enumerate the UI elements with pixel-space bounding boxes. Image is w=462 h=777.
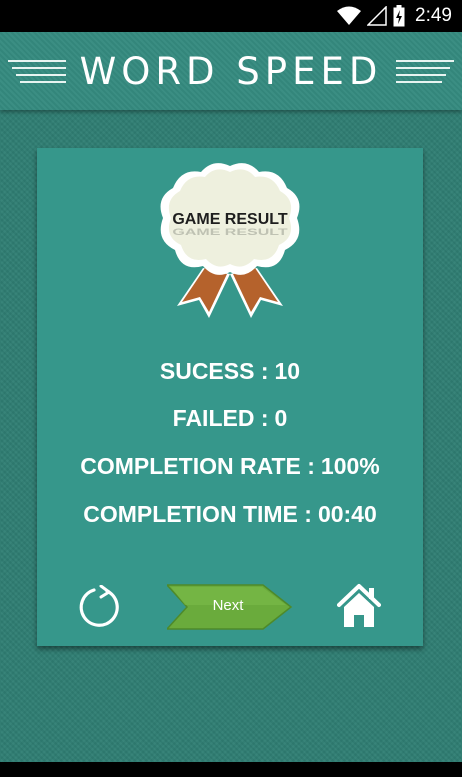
stat-value: 10 <box>274 358 301 384</box>
clock: 2:49 <box>415 5 452 26</box>
next-button-label: Next <box>212 597 244 614</box>
next-button[interactable]: Next <box>165 583 293 631</box>
stat-completion-time: COMPLETION TIME :00:40 <box>37 501 423 528</box>
signal-icon <box>367 6 387 26</box>
stat-value: 00:40 <box>317 501 377 527</box>
stat-success: SUCESS :10 <box>37 358 423 385</box>
result-card: GAME RESULT GAME RESULT SUCESS :10 FAILE… <box>37 148 423 646</box>
stat-failed: FAILED :0 <box>37 405 423 432</box>
svg-text:GAME RESULT: GAME RESULT <box>172 227 287 237</box>
title-decoration-right <box>396 59 455 83</box>
stat-label: COMPLETION RATE : <box>80 453 315 479</box>
status-bar: 2:49 <box>0 0 462 32</box>
game-result-badge-icon: GAME RESULT GAME RESULT <box>160 163 300 318</box>
stat-label: FAILED : <box>172 405 269 431</box>
app-header: WORD SPEED <box>0 32 462 110</box>
stat-completion-rate: COMPLETION RATE :100% <box>37 453 423 480</box>
stat-label: COMPLETION TIME : <box>83 501 312 527</box>
stat-value: 100% <box>320 453 380 479</box>
battery-charging-icon <box>393 5 405 27</box>
title-decoration-left <box>7 59 66 83</box>
badge-text: GAME RESULT <box>172 211 287 228</box>
wifi-icon <box>337 6 362 25</box>
app-title: WORD SPEED <box>79 49 383 93</box>
stat-value: 0 <box>274 405 288 431</box>
stat-label: SUCESS : <box>159 358 269 384</box>
replay-button[interactable] <box>77 585 121 629</box>
navigation-bar <box>0 762 462 777</box>
home-button[interactable] <box>337 583 381 629</box>
